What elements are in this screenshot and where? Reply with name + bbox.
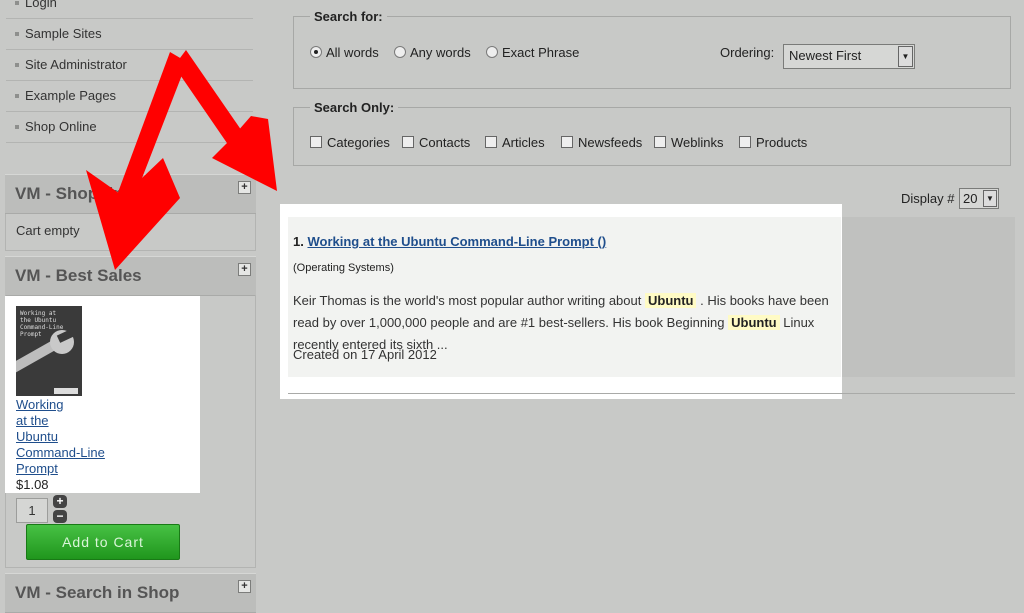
checkbox-articles[interactable]: Articles xyxy=(485,135,545,150)
main-menu: Login Sample Sites Site Administrator Ex… xyxy=(6,0,253,143)
shopping-cart-module-title: VM - Shopping Cart + xyxy=(5,174,256,214)
module-title-text: VM - Best Sales xyxy=(15,266,142,285)
product-price: $1.08 xyxy=(16,477,49,492)
radio-any-words[interactable]: Any words xyxy=(394,45,471,60)
radio-icon[interactable] xyxy=(394,46,406,58)
radio-all-words[interactable]: All words xyxy=(310,45,379,60)
menu-item-label: Shop Online xyxy=(25,119,97,134)
display-count-value: 20 xyxy=(963,191,978,206)
checkbox-newsfeeds[interactable]: Newsfeeds xyxy=(561,135,642,150)
module-title-text: VM - Search in Shop xyxy=(15,583,180,602)
bullet-icon xyxy=(15,94,19,98)
ordering-select[interactable]: Newest First ▼ xyxy=(783,44,915,69)
checkbox-icon[interactable] xyxy=(561,136,573,148)
checkbox-icon[interactable] xyxy=(310,136,322,148)
results-background xyxy=(841,217,1015,377)
dropdown-arrow-icon[interactable]: ▼ xyxy=(898,46,913,67)
bullet-icon xyxy=(15,125,19,129)
checkbox-weblinks[interactable]: Weblinks xyxy=(654,135,724,150)
radio-icon[interactable] xyxy=(486,46,498,58)
menu-item-label: Login xyxy=(25,0,57,10)
radio-exact-phrase[interactable]: Exact Phrase xyxy=(486,45,579,60)
search-in-shop-module-title: VM - Search in Shop + xyxy=(5,573,256,613)
shopping-cart-module: VM - Shopping Cart + Cart empty xyxy=(5,174,256,251)
checkbox-icon[interactable] xyxy=(739,136,751,148)
display-count-label: Display # xyxy=(901,191,955,206)
result-category: (Operating Systems) xyxy=(293,262,394,274)
quantity-decrease-icon[interactable]: − xyxy=(53,510,67,523)
ordering-select-value: Newest First xyxy=(789,48,862,63)
bullet-icon xyxy=(15,63,19,67)
display-count-select[interactable]: 20 ▼ xyxy=(959,188,999,209)
add-to-cart-button[interactable]: Add to Cart xyxy=(26,524,180,560)
best-sales-module-title: VM - Best Sales + xyxy=(5,256,256,296)
product-link[interactable]: Working at the Ubuntu Command-Line Promp… xyxy=(16,397,116,477)
search-only-fieldset: Search Only: xyxy=(293,100,1011,166)
menu-item-login[interactable]: Login xyxy=(6,0,253,19)
quantity-increase-icon[interactable]: + xyxy=(53,495,67,508)
checkbox-products[interactable]: Products xyxy=(739,135,807,150)
checkbox-icon[interactable] xyxy=(402,136,414,148)
bullet-icon xyxy=(15,32,19,36)
best-sales-module: VM - Best Sales + xyxy=(5,256,256,296)
result-title-link[interactable]: Working at the Ubuntu Command-Line Promp… xyxy=(307,234,606,249)
cart-empty-text: Cart empty xyxy=(16,223,80,238)
search-term-highlight: Ubuntu xyxy=(644,293,697,308)
result-number: 1. xyxy=(293,234,304,249)
search-in-shop-module: VM - Search in Shop + xyxy=(5,573,256,613)
best-sales-product: Working at the Ubuntu Command-Line Promp… xyxy=(5,296,200,493)
menu-item-label: Sample Sites xyxy=(25,26,102,41)
expand-icon[interactable]: + xyxy=(238,181,251,194)
expand-icon[interactable]: + xyxy=(238,263,251,276)
expand-icon[interactable]: + xyxy=(238,580,251,593)
search-only-legend: Search Only: xyxy=(314,100,395,115)
menu-item-label: Example Pages xyxy=(25,88,117,103)
results-divider xyxy=(288,393,1015,394)
result-created-date: Created on 17 April 2012 xyxy=(293,347,437,362)
result-title: 1. Working at the Ubuntu Command-Line Pr… xyxy=(293,234,606,249)
menu-item-sample-sites[interactable]: Sample Sites xyxy=(6,19,253,50)
search-result-highlight-box: 1. Working at the Ubuntu Command-Line Pr… xyxy=(280,204,842,399)
quantity-input[interactable]: 1 xyxy=(16,498,48,523)
checkbox-categories[interactable]: Categories xyxy=(310,135,390,150)
menu-item-shop-online[interactable]: Shop Online xyxy=(6,112,253,143)
book-cover-image[interactable]: Working at the Ubuntu Command-Line Promp… xyxy=(16,306,82,396)
bullet-icon xyxy=(15,1,19,5)
checkbox-icon[interactable] xyxy=(485,136,497,148)
menu-item-label: Site Administrator xyxy=(25,57,127,72)
wrench-icon xyxy=(16,330,77,373)
checkbox-contacts[interactable]: Contacts xyxy=(402,135,470,150)
search-for-legend: Search for: xyxy=(314,9,383,24)
menu-item-example-pages[interactable]: Example Pages xyxy=(6,81,253,112)
module-title-text: VM - Shopping Cart xyxy=(15,184,173,203)
search-result-item: 1. Working at the Ubuntu Command-Line Pr… xyxy=(288,217,841,377)
menu-item-site-administrator[interactable]: Site Administrator xyxy=(6,50,253,81)
search-term-highlight: Ubuntu xyxy=(728,315,780,330)
radio-checked-icon[interactable] xyxy=(310,46,322,58)
dropdown-arrow-icon[interactable]: ▼ xyxy=(983,190,997,207)
ordering-label: Ordering: xyxy=(720,45,775,60)
checkbox-icon[interactable] xyxy=(654,136,666,148)
